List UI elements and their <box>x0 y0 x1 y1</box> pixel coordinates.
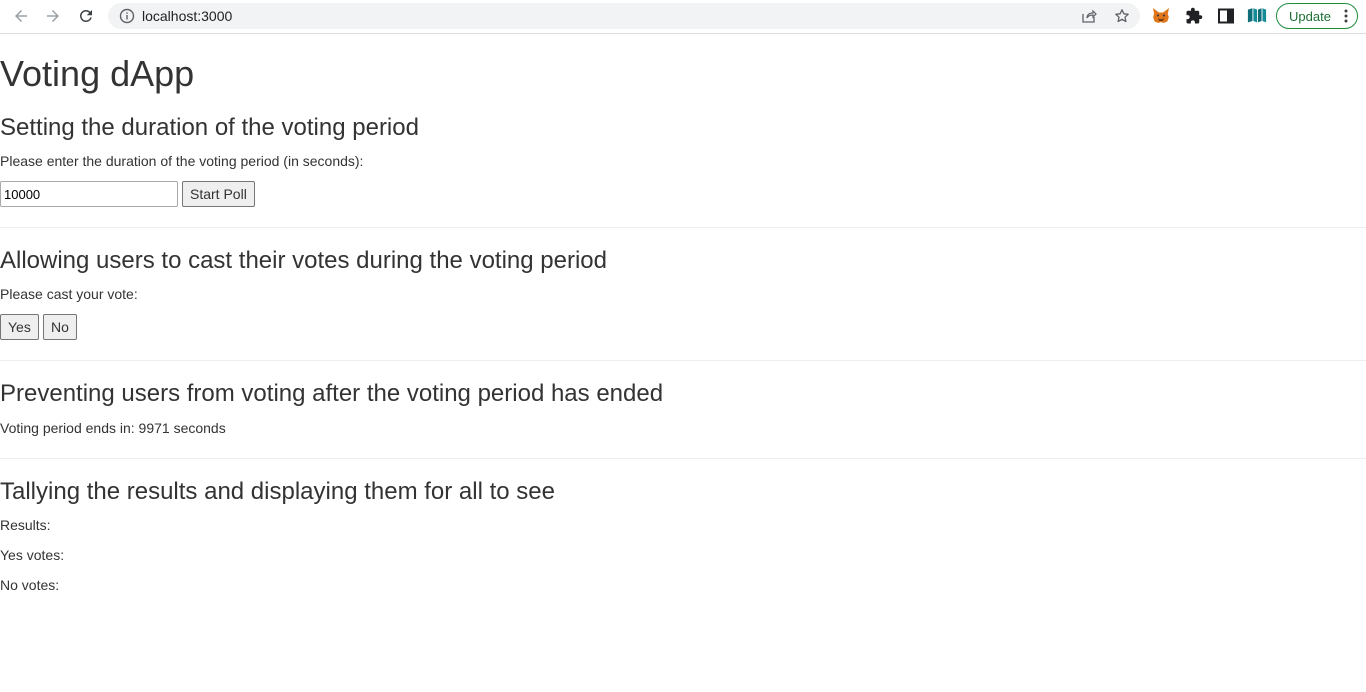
metamask-extension[interactable] <box>1151 6 1171 26</box>
section-divider <box>0 458 1366 459</box>
duration-prompt: Please enter the duration of the voting … <box>0 153 364 169</box>
no-votes-label: No votes: <box>0 577 60 593</box>
duration-input[interactable] <box>0 181 178 207</box>
back-icon <box>15 10 27 22</box>
star-icon[interactable] <box>1114 8 1130 24</box>
more-vert-icon <box>1344 9 1348 23</box>
timer-status: Voting period ends in: 9971 seconds <box>0 420 226 436</box>
side-panel-icon <box>1218 8 1234 24</box>
url-text[interactable]: localhost:3000 <box>142 8 232 24</box>
start-poll-button[interactable]: Start Poll <box>182 181 255 207</box>
section-divider <box>0 227 1366 228</box>
app-title: Voting dApp <box>0 53 195 94</box>
side-panel-button[interactable] <box>1216 6 1236 26</box>
reading-list-extension[interactable] <box>1247 6 1267 26</box>
back-button[interactable] <box>10 5 32 27</box>
forward-icon <box>47 10 59 22</box>
results-label: Results: <box>0 517 51 533</box>
timer-heading: Preventing users from voting after the v… <box>0 380 664 407</box>
yes-votes-label: Yes votes: <box>0 547 65 563</box>
vote-no-button[interactable]: No <box>43 314 77 340</box>
reading-list-icon <box>1247 8 1267 23</box>
vote-heading: Allowing users to cast their votes durin… <box>0 247 607 274</box>
extensions-button[interactable] <box>1184 6 1204 26</box>
reload-button[interactable] <box>75 5 97 27</box>
metamask-fox-icon <box>1153 8 1169 23</box>
duration-heading: Setting the duration of the voting perio… <box>0 114 419 141</box>
browser-toolbar: localhost:3000 Update <box>0 0 1366 34</box>
results-heading: Tallying the results and displaying them… <box>0 478 555 505</box>
address-bar[interactable]: localhost:3000 <box>108 3 1140 29</box>
forward-button[interactable] <box>42 5 64 27</box>
update-button[interactable]: Update <box>1276 3 1358 29</box>
vote-yes-button[interactable]: Yes <box>0 314 39 340</box>
section-divider <box>0 360 1366 361</box>
puzzle-extensions-icon <box>1186 7 1203 24</box>
share-icon[interactable] <box>1081 8 1097 24</box>
reload-icon <box>79 9 92 22</box>
info-icon[interactable] <box>119 8 135 24</box>
vote-prompt: Please cast your vote: <box>0 286 138 302</box>
update-label: Update <box>1289 8 1331 24</box>
